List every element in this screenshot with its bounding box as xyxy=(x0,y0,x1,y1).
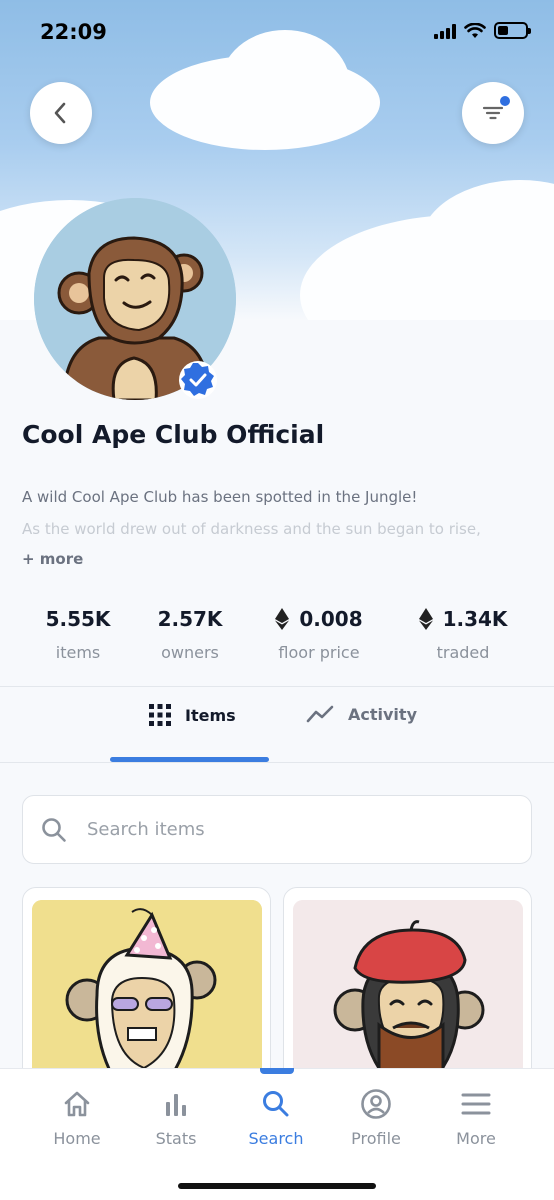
bottom-navigation: Home Stats Search Profile More xyxy=(0,1068,554,1200)
nav-stats[interactable]: Stats xyxy=(126,1087,226,1148)
battery-icon xyxy=(494,22,531,39)
divider xyxy=(0,686,554,687)
stat-label: traded xyxy=(436,643,490,662)
profile-icon xyxy=(361,1089,391,1119)
item-image xyxy=(32,900,262,1086)
nav-label: More xyxy=(456,1129,496,1148)
collection-description: A wild Cool Ape Club has been spotted in… xyxy=(22,481,532,545)
active-nav-indicator xyxy=(260,1068,294,1074)
trend-line-icon xyxy=(306,705,334,723)
ethereum-icon xyxy=(418,608,433,630)
description-line: A wild Cool Ape Club has been spotted in… xyxy=(22,488,418,506)
back-button[interactable] xyxy=(30,82,92,144)
nav-label: Stats xyxy=(155,1129,197,1148)
filter-icon xyxy=(482,106,504,120)
item-card[interactable] xyxy=(22,887,271,1087)
beret-ape-illustration xyxy=(293,900,523,1086)
search-icon xyxy=(42,817,66,842)
chevron-left-icon xyxy=(54,102,66,124)
stat-value: 0.008 xyxy=(299,607,363,631)
home-indicator xyxy=(178,1183,376,1189)
item-image xyxy=(293,900,523,1086)
tab-items[interactable]: Items xyxy=(149,704,236,726)
collection-title: Cool Ape Club Official xyxy=(22,420,325,449)
wifi-icon xyxy=(464,22,486,38)
filter-badge-dot xyxy=(500,96,510,106)
stat-label: owners xyxy=(161,643,219,662)
tab-label: Activity xyxy=(348,704,417,724)
tab-label: Items xyxy=(185,705,236,725)
filter-button[interactable] xyxy=(462,82,524,144)
stat-floor-price: 0.008 floor price xyxy=(259,605,379,662)
stat-label: items xyxy=(55,643,101,662)
nav-home[interactable]: Home xyxy=(27,1087,127,1148)
search-box[interactable] xyxy=(22,795,532,864)
nav-label: Search xyxy=(248,1129,304,1148)
cellular-signal-icon xyxy=(434,23,456,39)
verified-badge-icon xyxy=(179,361,217,399)
stat-items: 5.55K items xyxy=(28,605,128,662)
divider xyxy=(0,762,554,763)
collection-stats: 5.55K items 2.57K owners 0.008 floor pri… xyxy=(0,605,554,665)
nav-profile[interactable]: Profile xyxy=(326,1087,426,1148)
description-line-faded: As the world drew out of darkness and th… xyxy=(22,520,481,538)
party-hat-ape-illustration xyxy=(32,900,262,1086)
bar-chart-icon xyxy=(166,1094,186,1116)
home-icon xyxy=(64,1091,90,1117)
stat-label: floor price xyxy=(278,643,360,662)
stat-value: 2.57K xyxy=(157,607,223,631)
status-bar: 22:09 xyxy=(0,0,554,66)
nav-label: Home xyxy=(53,1129,101,1148)
status-time: 22:09 xyxy=(40,20,107,44)
tab-activity[interactable]: Activity xyxy=(306,704,417,724)
stat-owners: 2.57K owners xyxy=(140,605,240,662)
nav-more[interactable]: More xyxy=(426,1087,526,1148)
stat-value: 1.34K xyxy=(442,607,508,631)
menu-icon xyxy=(461,1093,491,1115)
nav-search[interactable]: Search xyxy=(226,1087,326,1148)
more-description-link[interactable]: + more xyxy=(22,550,83,568)
search-icon xyxy=(263,1091,289,1117)
item-card[interactable] xyxy=(283,887,532,1087)
nav-label: Profile xyxy=(351,1129,401,1148)
grid-icon xyxy=(149,704,171,726)
search-input[interactable] xyxy=(87,819,487,840)
ethereum-icon xyxy=(275,608,290,630)
stat-value: 5.55K xyxy=(45,607,111,631)
stat-traded: 1.34K traded xyxy=(413,605,513,662)
